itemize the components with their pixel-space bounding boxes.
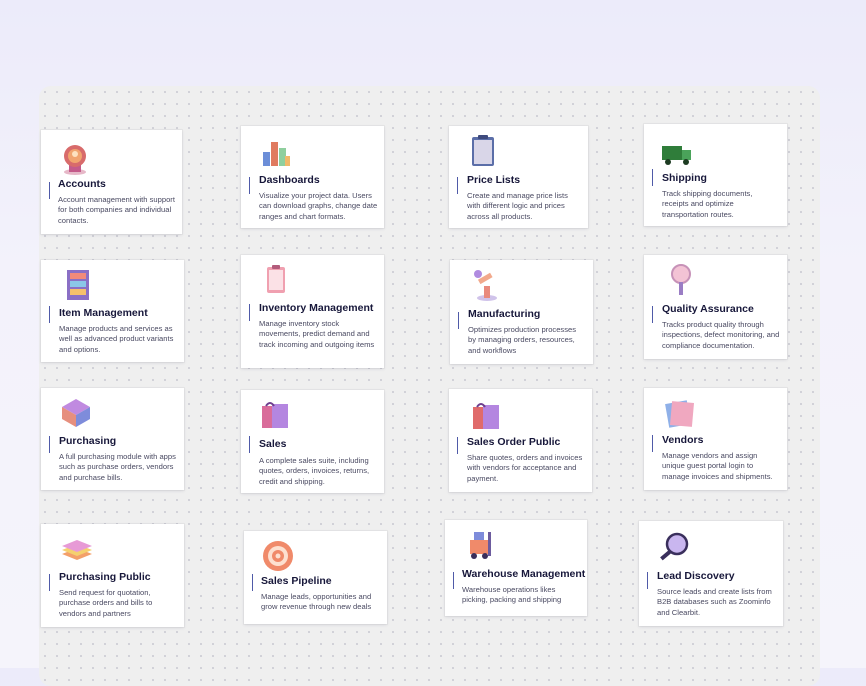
module-description: Source leads and create lists from B2B d… xyxy=(657,587,772,617)
bar-chart-blocks-icon xyxy=(263,142,290,166)
module-title: Lead Discovery xyxy=(657,570,735,582)
module-description: Warehouse operations likes picking, pack… xyxy=(462,585,562,605)
module-description: Account management with support for both… xyxy=(58,195,175,225)
module-board: Accounts Account management with support… xyxy=(39,86,820,686)
module-card-warehouse-management[interactable]: Warehouse Management Warehouse operation… xyxy=(445,520,587,616)
module-card-sales-order-public[interactable]: Sales Order Public Share quotes, orders … xyxy=(449,389,592,492)
medallion-icon xyxy=(64,145,86,175)
accent-bar xyxy=(49,436,50,453)
module-title: Vendors xyxy=(662,434,704,446)
truck-icon xyxy=(662,146,691,165)
module-title: Accounts xyxy=(58,178,106,190)
accent-bar xyxy=(453,572,454,589)
module-card-quality-assurance[interactable]: Quality Assurance Tracks product quality… xyxy=(644,255,787,359)
module-title: Purchasing Public xyxy=(59,571,151,583)
module-card-vendors[interactable]: Vendors Manage vendors and assign unique… xyxy=(644,388,787,490)
module-description: A complete sales suite, including quotes… xyxy=(259,456,370,486)
module-description: Tracks product quality through inspectio… xyxy=(662,320,780,350)
module-card-accounts[interactable]: Accounts Account management with support… xyxy=(41,130,182,234)
module-title: Quality Assurance xyxy=(662,303,754,315)
package-box-icon xyxy=(62,399,90,427)
module-title: Sales Pipeline xyxy=(261,575,332,587)
module-description: Optimizes production processes by managi… xyxy=(468,325,577,355)
module-description: Visualize your project data. Users can d… xyxy=(259,191,378,221)
module-card-purchasing[interactable]: Purchasing A full purchasing module with… xyxy=(41,388,184,490)
module-card-sales[interactable]: Sales A complete sales suite, including … xyxy=(241,390,384,493)
accent-bar xyxy=(49,574,50,591)
module-title: Price Lists xyxy=(467,174,521,186)
accent-bar xyxy=(652,435,653,452)
accent-bar xyxy=(49,306,50,323)
module-card-dashboards[interactable]: Dashboards Visualize your project data. … xyxy=(241,126,384,228)
accent-bar xyxy=(457,437,458,454)
stacked-cards-icon xyxy=(665,400,695,428)
forklift-icon xyxy=(470,532,491,559)
robot-arm-icon xyxy=(474,270,497,301)
module-title: Manufacturing xyxy=(468,308,541,320)
module-description: Create and manage price lists with diffe… xyxy=(467,191,568,221)
module-description: Send request for quotation, purchase ord… xyxy=(59,588,153,618)
magnifier-icon xyxy=(671,264,691,295)
module-title: Shipping xyxy=(662,172,707,184)
clipboard-icon xyxy=(472,135,494,166)
stacked-papers-icon xyxy=(62,540,92,560)
module-title: Item Management xyxy=(59,307,148,319)
inventory-clipboard-icon xyxy=(267,265,285,293)
shopping-bags-icon xyxy=(473,403,499,429)
module-card-sales-pipeline[interactable]: Sales Pipeline Manage leads, opportuniti… xyxy=(244,531,387,624)
accent-bar xyxy=(249,304,250,321)
module-card-price-lists[interactable]: Price Lists Create and manage price list… xyxy=(449,126,588,228)
module-title: Purchasing xyxy=(59,435,117,447)
module-description: Manage leads, opportunities and grow rev… xyxy=(261,592,372,612)
module-card-purchasing-public[interactable]: Purchasing Public Send request for quota… xyxy=(41,524,184,627)
module-description: Share quotes, orders and invoices with v… xyxy=(467,453,583,483)
accent-bar xyxy=(652,169,653,186)
accent-bar xyxy=(49,182,50,199)
module-description: A full purchasing module with apps such … xyxy=(59,452,176,482)
module-card-inventory-management[interactable]: Inventory Management Manage inventory st… xyxy=(241,255,384,368)
module-card-lead-discovery[interactable]: Lead Discovery Source leads and create l… xyxy=(639,521,783,626)
module-description: Manage inventory stock movements, predic… xyxy=(259,319,375,349)
module-card-shipping[interactable]: Shipping Track shipping documents, recei… xyxy=(644,124,787,226)
module-title: Warehouse Management xyxy=(462,568,586,580)
module-title: Sales Order Public xyxy=(467,436,561,448)
accent-bar xyxy=(647,572,648,589)
module-card-item-management[interactable]: Item Management Manage products and serv… xyxy=(41,260,184,362)
accent-bar xyxy=(458,312,459,329)
accent-bar xyxy=(457,177,458,194)
accent-bar xyxy=(249,436,250,453)
module-description: Manage products and services as well as … xyxy=(59,324,174,354)
module-card-manufacturing[interactable]: Manufacturing Optimizes production proce… xyxy=(450,260,593,364)
shelving-icon xyxy=(67,270,89,300)
shopping-bags-icon xyxy=(262,402,288,428)
module-title: Sales xyxy=(259,438,287,450)
module-title: Dashboards xyxy=(259,174,320,186)
magnifying-glass-icon xyxy=(660,532,689,561)
module-description: Track shipping documents, receipts and o… xyxy=(662,189,753,219)
accent-bar xyxy=(249,177,250,194)
accent-bar xyxy=(252,574,253,591)
accent-bar xyxy=(652,306,653,323)
module-title: Inventory Management xyxy=(259,302,374,314)
module-description: Manage vendors and assign unique guest p… xyxy=(662,451,773,481)
target-icon xyxy=(263,541,293,571)
